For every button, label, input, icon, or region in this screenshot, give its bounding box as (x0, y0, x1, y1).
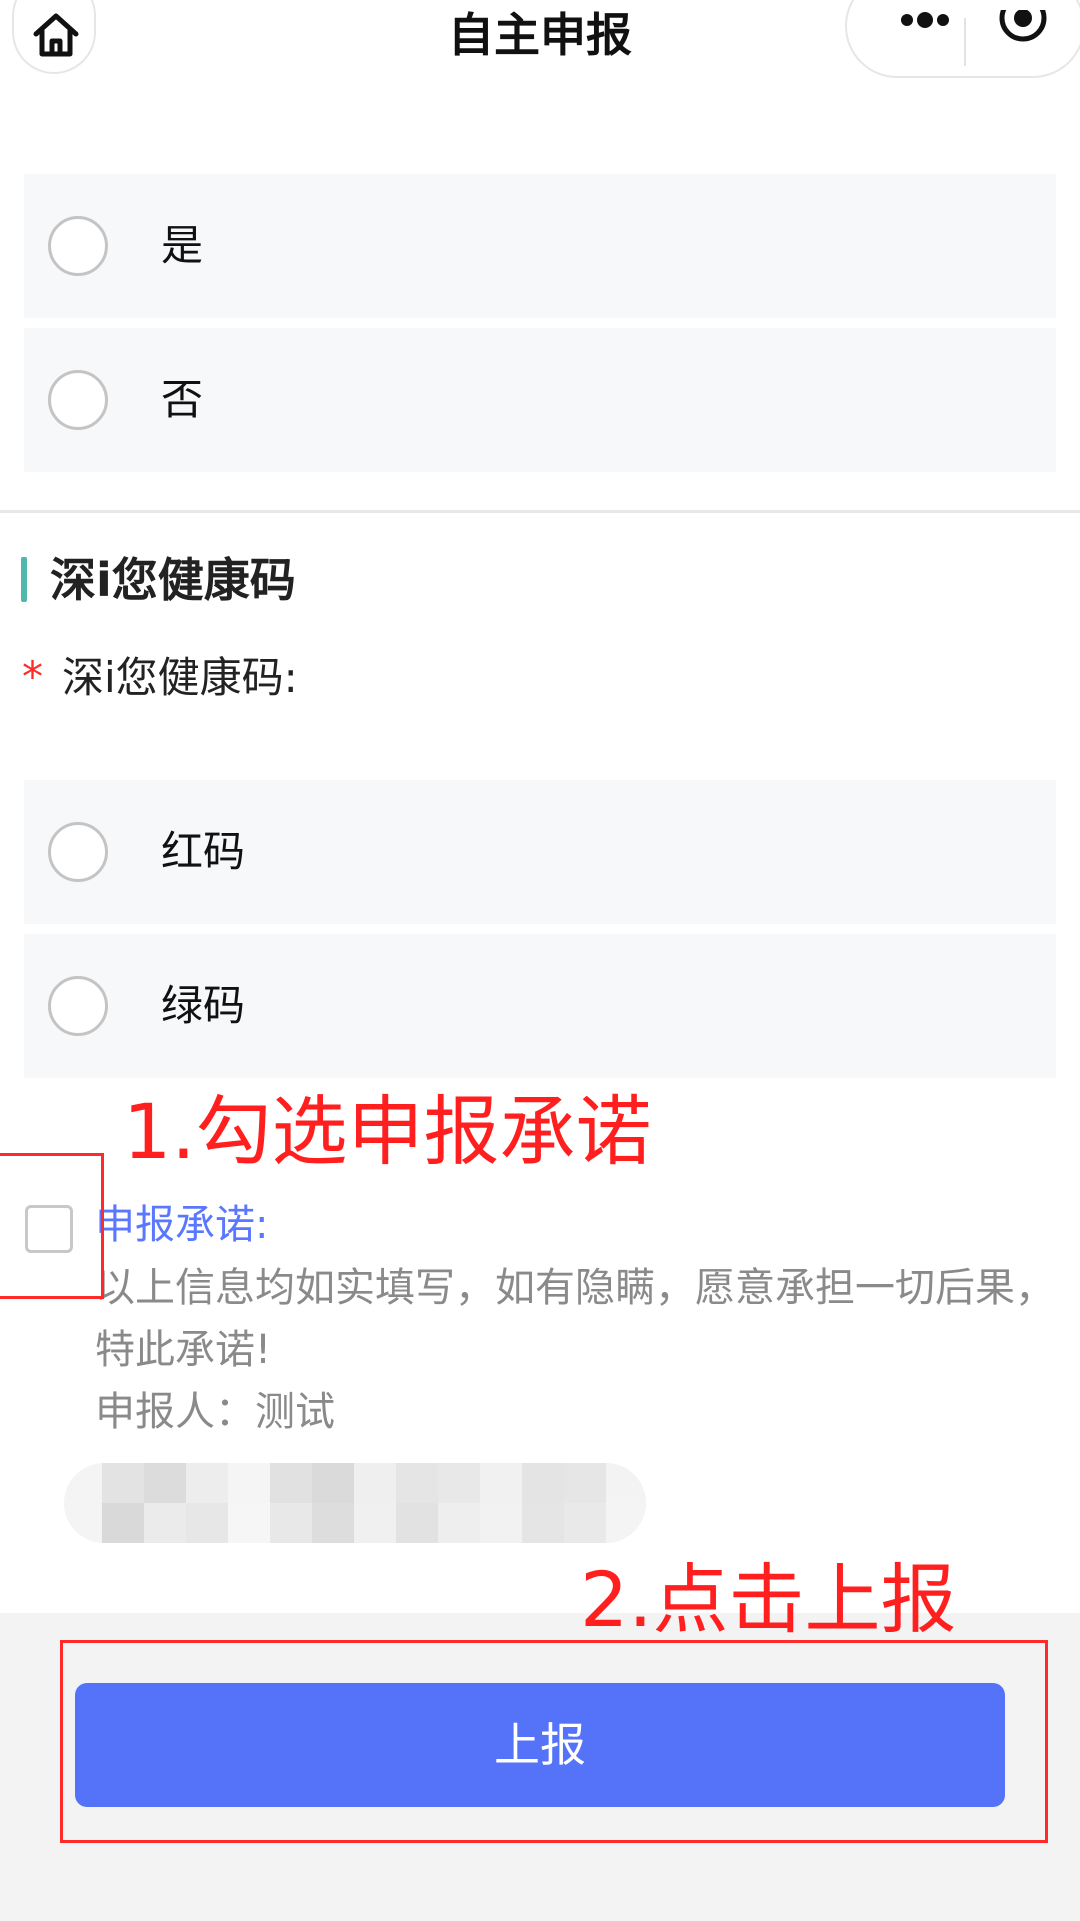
annotation-step2: 2.点击上报 (580, 1555, 957, 1644)
section-title: 深i您健康码 (50, 553, 296, 607)
option-label: 红码 (161, 827, 246, 876)
mini-program-capsule (845, 0, 1080, 78)
section-accent-bar (21, 557, 27, 602)
option-green-code[interactable]: 绿码 (24, 934, 1056, 1078)
more-button[interactable] (880, 10, 970, 66)
radio-button[interactable] (48, 216, 108, 276)
nav-bar: 自主申报 (0, 0, 1080, 78)
option-yes[interactable]: 是 (24, 174, 1056, 318)
section-divider (0, 510, 1080, 513)
required-mark: * (22, 652, 43, 701)
signature-mosaic (102, 1463, 646, 1543)
option-red-code[interactable]: 红码 (24, 780, 1056, 924)
annotation-box-checkbox (0, 1153, 104, 1299)
target-icon (999, 0, 1047, 42)
radio-button[interactable] (48, 822, 108, 882)
radio-button[interactable] (48, 976, 108, 1036)
option-label: 绿码 (161, 981, 246, 1030)
option-no[interactable]: 否 (24, 328, 1056, 472)
pledge-title: 申报承诺: (95, 1202, 269, 1248)
more-icon (901, 12, 949, 28)
pledge-text: 以上信息均如实填写，如有隐瞒，愿意承担一切后果，特此承诺! (95, 1265, 1055, 1373)
annotation-box-submit (60, 1640, 1048, 1843)
annotation-step1: 1.勾选申报承诺 (123, 1087, 652, 1176)
close-button[interactable] (995, 0, 1051, 66)
pledge-signer: 申报人：测试 (95, 1389, 335, 1435)
option-label: 否 (161, 375, 204, 424)
signature-image (64, 1463, 646, 1543)
radio-button[interactable] (48, 370, 108, 430)
field-label: 深i您健康码: (62, 653, 298, 702)
capsule-divider (964, 18, 966, 66)
option-label: 是 (161, 221, 204, 270)
